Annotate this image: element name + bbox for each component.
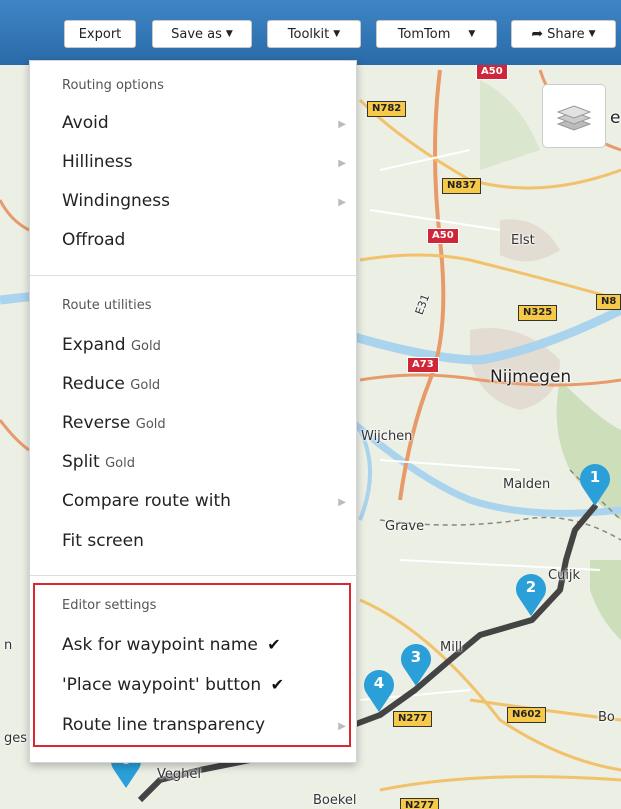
- menu-item-label: Fit screen: [62, 531, 144, 551]
- menu-item-label: Expand: [62, 335, 126, 355]
- layers-icon: [556, 105, 592, 131]
- waypoint-marker-1[interactable]: 1: [577, 462, 613, 508]
- menu-item-avoid[interactable]: Avoid ▶: [62, 112, 346, 134]
- place-label-veghel: Veghel: [157, 767, 201, 782]
- save-as-button[interactable]: Save as ▼: [152, 20, 252, 48]
- share-label: Share: [547, 26, 585, 42]
- menu-divider: [30, 275, 358, 276]
- waypoint-marker-4[interactable]: 4: [361, 668, 397, 714]
- place-label-grave: Grave: [385, 519, 425, 534]
- waypoint-number: 1: [589, 468, 601, 486]
- menu-item-offroad[interactable]: Offroad: [62, 229, 346, 251]
- waypoint-marker-2[interactable]: 2: [513, 572, 549, 618]
- road-label-a50: A50: [427, 228, 459, 244]
- menu-item-reduce[interactable]: Reduce Gold: [62, 373, 346, 397]
- place-label-mill: Mill: [440, 640, 463, 655]
- place-label-elst: Elst: [511, 233, 535, 248]
- menu-item-fit-screen[interactable]: Fit screen: [62, 530, 346, 552]
- road-label-n602: N602: [507, 707, 547, 723]
- menu-item-label: Split: [62, 452, 100, 472]
- chevron-right-icon: ▶: [338, 119, 346, 130]
- menu-item-compare-route[interactable]: Compare route with ▶: [62, 490, 346, 512]
- route-utilities-heading: Route utilities: [62, 298, 152, 313]
- road-label-n782: N782: [367, 101, 407, 117]
- export-label: Export: [78, 26, 122, 42]
- road-label-n837: N837: [442, 178, 482, 194]
- waypoint-marker-3[interactable]: 3: [398, 642, 434, 688]
- gold-tag: Gold: [105, 456, 136, 471]
- layers-button[interactable]: [542, 84, 606, 148]
- waypoint-number: 3: [410, 648, 422, 666]
- gold-tag: Gold: [135, 417, 166, 432]
- toolkit-label: Toolkit: [287, 26, 330, 42]
- road-label-n325: N325: [518, 305, 558, 321]
- chevron-right-icon: ▶: [338, 158, 346, 169]
- menu-item-label: Avoid: [62, 113, 109, 133]
- export-button[interactable]: Export: [64, 20, 136, 48]
- gold-tag: Gold: [130, 339, 161, 354]
- menu-item-reverse[interactable]: Reverse Gold: [62, 412, 346, 436]
- menu-item-label: Windingness: [62, 191, 170, 211]
- menu-item-label: Reduce: [62, 374, 125, 394]
- road-label-a50-north: A50: [476, 64, 508, 80]
- road-label-n277-south: N277: [400, 798, 440, 809]
- menu-item-expand[interactable]: Expand Gold: [62, 334, 346, 358]
- road-label-a73: A73: [407, 357, 439, 373]
- place-label-wijchen: Wijchen: [361, 429, 413, 444]
- routing-options-heading: Routing options: [62, 78, 164, 93]
- menu-item-hilliness[interactable]: Hilliness ▶: [62, 151, 346, 173]
- caret-down-icon: ▼: [468, 29, 476, 39]
- chevron-right-icon: ▶: [338, 197, 346, 208]
- place-label-boekel: Boekel: [313, 793, 357, 808]
- top-toolbar: Export Save as ▼ Toolkit ▼ TomTom ▼ ➦ Sh…: [0, 0, 621, 65]
- editor-settings-highlight: [33, 583, 351, 747]
- menu-item-windingness[interactable]: Windingness ▶: [62, 190, 346, 212]
- road-label-n8: N8: [596, 294, 621, 310]
- menu-item-label: Hilliness: [62, 152, 133, 172]
- save-as-label: Save as: [171, 26, 222, 42]
- place-label-bo: Bo: [598, 710, 615, 725]
- menu-item-label: Compare route with: [62, 491, 231, 511]
- toolkit-button[interactable]: Toolkit ▼: [267, 20, 361, 48]
- map-provider-label: TomTom: [397, 26, 451, 42]
- place-label-e: e: [610, 108, 621, 128]
- waypoint-number: 4: [373, 674, 385, 692]
- waypoint-number: 2: [525, 578, 537, 596]
- menu-item-split[interactable]: Split Gold: [62, 451, 346, 475]
- road-label-n277: N277: [393, 711, 433, 727]
- place-label-malden: Malden: [503, 477, 551, 492]
- menu-divider: [30, 575, 358, 576]
- place-label-nijmegen: Nijmegen: [490, 367, 572, 387]
- place-label-ges: ges: [4, 731, 28, 746]
- share-arrow-icon: ➦: [531, 26, 544, 42]
- gold-tag: Gold: [130, 378, 161, 393]
- share-button[interactable]: ➦ Share ▼: [511, 20, 616, 48]
- place-label-cuijk: Cuijk: [548, 568, 581, 583]
- menu-item-label: Offroad: [62, 230, 126, 250]
- caret-down-icon: ▼: [588, 29, 596, 39]
- map-provider-select[interactable]: TomTom ▼: [376, 20, 497, 48]
- caret-down-icon: ▼: [333, 29, 341, 39]
- chevron-right-icon: ▶: [338, 497, 346, 508]
- place-label-n: n: [4, 638, 13, 653]
- caret-down-icon: ▼: [225, 29, 233, 39]
- menu-item-label: Reverse: [62, 413, 131, 433]
